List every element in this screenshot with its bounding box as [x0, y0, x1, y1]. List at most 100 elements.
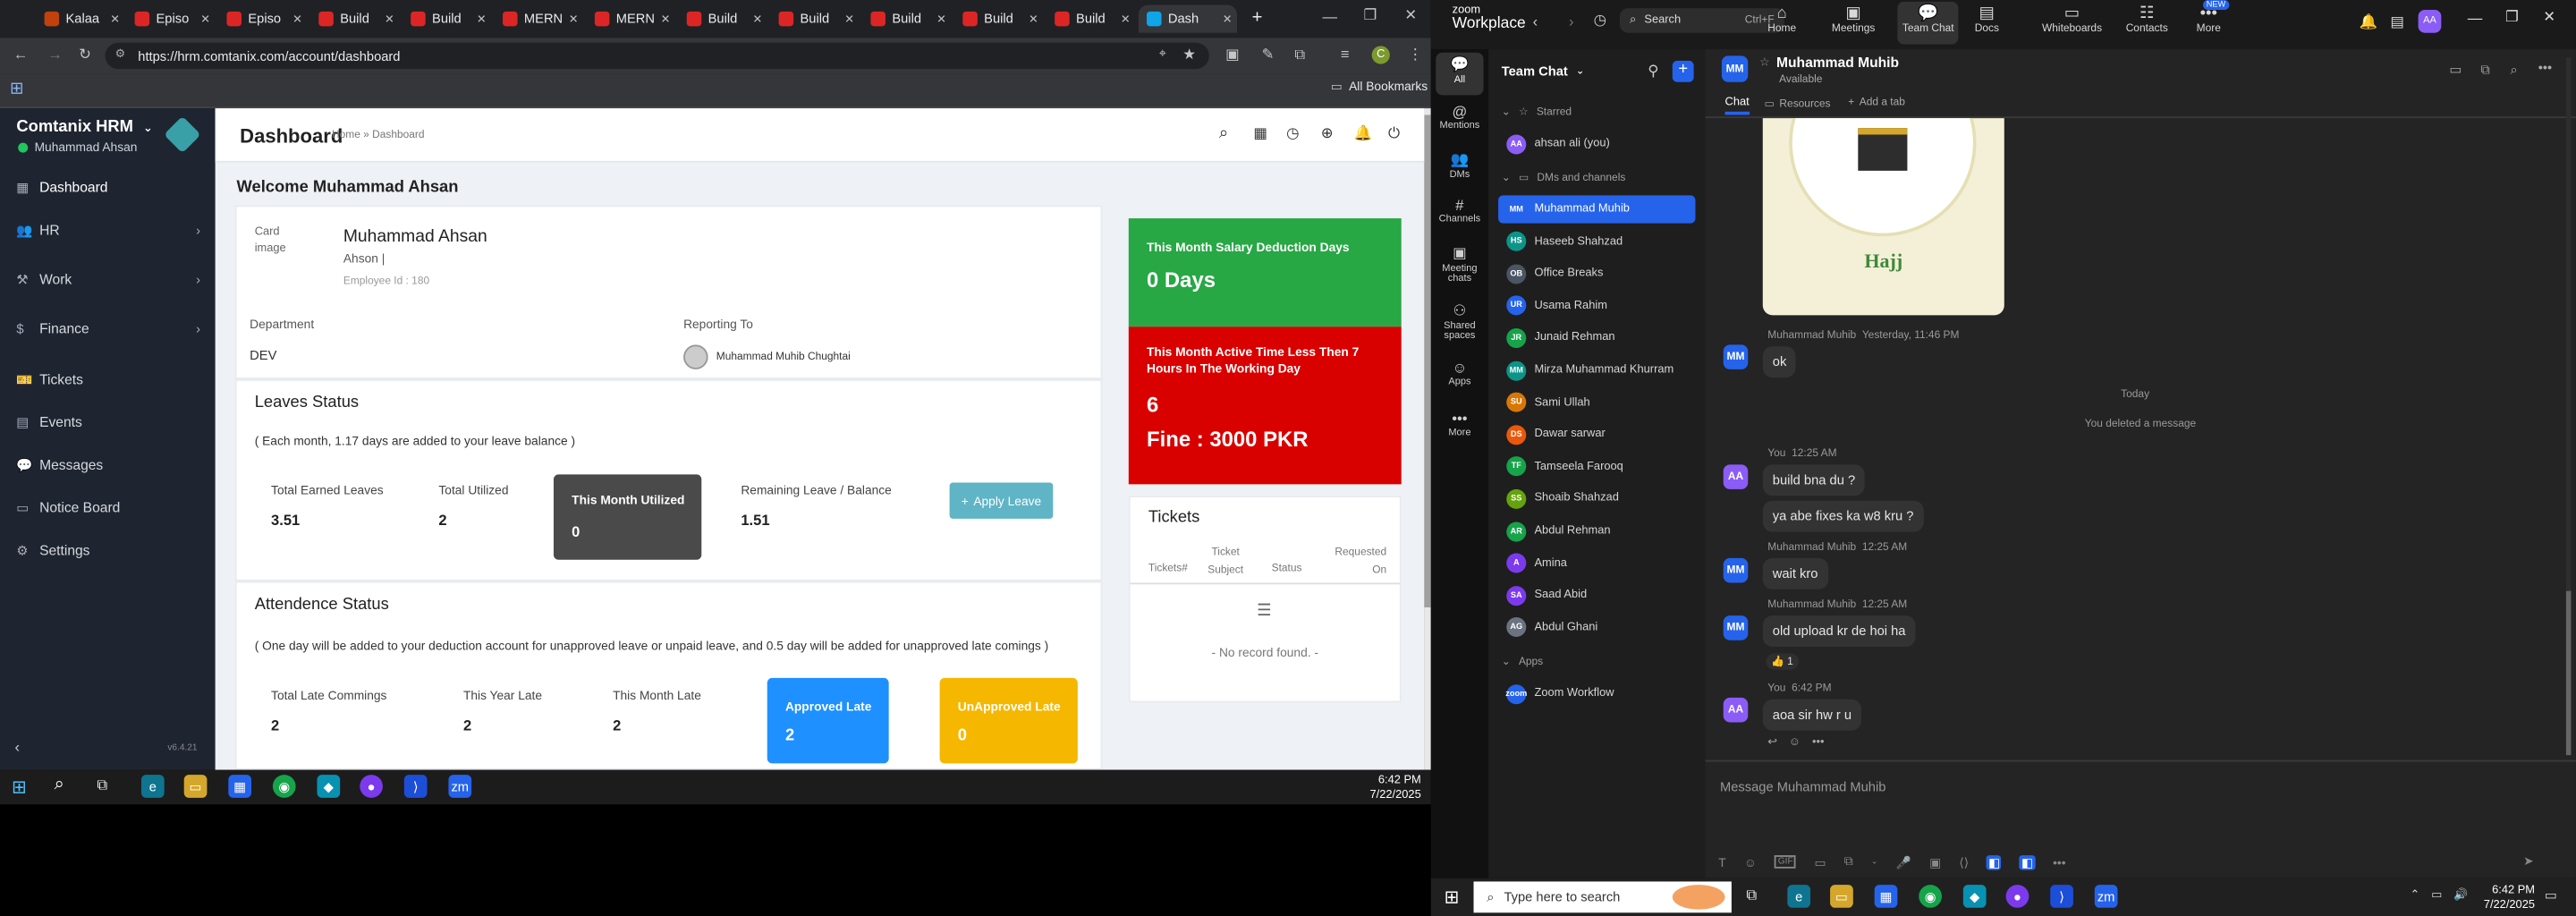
sidebar-item-finance[interactable]: $ Finance ›: [0, 309, 216, 348]
zoom-taskbar-icon[interactable]: zm: [2094, 885, 2118, 908]
avatar[interactable]: AA: [1723, 464, 1749, 489]
chat-header-name[interactable]: ☆ Muhammad Muhib: [1759, 55, 1899, 71]
history-icon[interactable]: ◷: [1594, 12, 1606, 30]
restore-icon[interactable]: ❐: [2505, 8, 2519, 26]
zoom-nav-team-chat[interactable]: 💬 Team Chat: [1897, 1, 1960, 45]
chevron-up-icon[interactable]: ⌃: [2410, 888, 2419, 902]
zoom-nav-contacts[interactable]: ☷ Contacts: [2126, 5, 2168, 35]
calendar-icon[interactable]: ▤: [2390, 13, 2404, 31]
avatar[interactable]: AA: [2418, 10, 2442, 33]
github-icon[interactable]: ●: [360, 775, 383, 798]
volume-icon[interactable]: 🔊: [2453, 888, 2468, 902]
bell-icon[interactable]: 🔔: [1353, 124, 1372, 142]
forward-icon[interactable]: →: [47, 46, 63, 62]
gif-icon[interactable]: GIF: [1775, 855, 1797, 869]
vscode-icon[interactable]: ⟩: [2050, 885, 2073, 908]
chat-list-item[interactable]: SA Saad Abid: [1498, 581, 1695, 609]
browser-tab[interactable]: Build ✕: [770, 5, 859, 33]
app-icon[interactable]: ◆: [1962, 885, 1987, 908]
url-bar[interactable]: ⚙ https://hrm.comtanix.com/account/dashb…: [105, 42, 1209, 70]
zoom-nav-home[interactable]: ⌂ Home: [1767, 5, 1796, 35]
vscode-icon[interactable]: ⟩: [403, 775, 428, 798]
close-tab-icon[interactable]: ✕: [110, 13, 120, 26]
profile-avatar[interactable]: C: [1371, 46, 1390, 64]
screen-share-icon[interactable]: ⧉: [2480, 63, 2490, 79]
close-tab-icon[interactable]: ✕: [844, 13, 854, 26]
back-icon[interactable]: ←: [13, 46, 29, 62]
browser-tab[interactable]: Episo ✕: [126, 5, 215, 33]
star-icon[interactable]: ☆: [1759, 55, 1770, 69]
taskbar-clock[interactable]: 6:42 PM 7/22/2025: [1347, 773, 1421, 802]
chat-list-item[interactable]: OB Office Breaks: [1498, 259, 1695, 287]
rail-meeting-chats[interactable]: ▣ Meeting chats: [1431, 244, 1488, 284]
more-icon[interactable]: •••: [1812, 736, 1825, 748]
chat-list-item[interactable]: AA ahsan ali (you): [1498, 130, 1695, 157]
minimize-icon[interactable]: —: [2468, 10, 2483, 26]
rail-channels[interactable]: # Channels: [1431, 197, 1488, 225]
browser-tab[interactable]: Build ✕: [402, 5, 491, 33]
send-icon[interactable]: ➤: [2523, 853, 2534, 869]
windows-start-icon[interactable]: ⊞: [1444, 886, 1459, 908]
chat-list-item[interactable]: AR Abdul Rehman: [1498, 517, 1695, 545]
close-tab-icon[interactable]: ✕: [1029, 13, 1038, 26]
browser-tab[interactable]: Build ✕: [1046, 5, 1135, 33]
emoji-icon[interactable]: ☺: [1744, 854, 1757, 869]
minimize-icon[interactable]: —: [1323, 8, 1338, 24]
chat-list-item[interactable]: SS Shoaib Shahzad: [1498, 485, 1695, 513]
chat-list-item[interactable]: UR Usama Rahim: [1498, 292, 1695, 319]
store-icon[interactable]: ▦: [1874, 885, 1898, 908]
browser-tab[interactable]: Build ✕: [954, 5, 1043, 33]
close-icon[interactable]: ✕: [2543, 8, 2555, 26]
close-tab-icon[interactable]: ✕: [1121, 13, 1131, 26]
task-view-icon[interactable]: ⧉: [97, 776, 107, 794]
more-icon[interactable]: •••: [2538, 61, 2552, 76]
pen-extension-icon[interactable]: ✎: [1262, 46, 1275, 64]
tab-resources[interactable]: ▭ Resources: [1765, 97, 1831, 110]
app-icon[interactable]: ◧: [2020, 854, 2035, 869]
rail-dms[interactable]: 👥 DMs: [1431, 151, 1488, 181]
composer-input[interactable]: Message Muhammad Muhib: [1720, 780, 1885, 795]
close-tab-icon[interactable]: ✕: [936, 13, 946, 26]
edge-icon[interactable]: e: [1787, 885, 1811, 908]
emoji-icon[interactable]: ☺: [1789, 736, 1801, 748]
all-bookmarks[interactable]: ▭ All Bookmarks: [1331, 79, 1445, 94]
more-icon[interactable]: •••: [2053, 854, 2065, 869]
avatar[interactable]: MM: [1723, 344, 1749, 369]
close-tab-icon[interactable]: ✕: [569, 13, 579, 26]
company-switcher[interactable]: Comtanix HRM ⌄: [16, 118, 152, 136]
puzzle-icon[interactable]: ⧉: [1294, 46, 1305, 64]
search-icon[interactable]: ⌕: [55, 775, 64, 796]
avatar[interactable]: MM: [1723, 615, 1749, 640]
starred-section[interactable]: ⌄ ☆ Starred: [1502, 105, 1572, 118]
close-tab-icon[interactable]: ✕: [661, 13, 671, 26]
grid-icon[interactable]: ▦: [1253, 124, 1267, 142]
chat-list-item[interactable]: HS Haseeb Shahzad: [1498, 227, 1695, 255]
reload-icon[interactable]: ↻: [79, 46, 91, 64]
close-tab-icon[interactable]: ✕: [752, 13, 762, 26]
new-tab-button[interactable]: +: [1252, 8, 1263, 28]
file-explorer-icon[interactable]: ▭: [1830, 885, 1853, 908]
chrome-icon[interactable]: ◉: [272, 775, 296, 798]
file-icon[interactable]: ▭: [1815, 854, 1826, 869]
chat-list-item[interactable]: A Amina: [1498, 549, 1695, 577]
hajj-image[interactable]: Hajj: [1762, 118, 2004, 316]
sidebar-item-hr[interactable]: 👥 HR ›: [0, 210, 216, 250]
file-explorer-icon[interactable]: ▭: [183, 775, 208, 798]
sidebar-item-dashboard[interactable]: ▦ Dashboard: [0, 167, 216, 207]
avatar[interactable]: MM: [1721, 55, 1749, 82]
zoom-search-box[interactable]: ⌕ Search Ctrl+F: [1619, 8, 1784, 33]
chevron-down-icon[interactable]: ⌄: [1871, 857, 1878, 867]
avatar[interactable]: MM: [1723, 557, 1749, 583]
apply-leave-button[interactable]: + Apply Leave: [949, 482, 1054, 519]
mic-icon[interactable]: 🎤: [1896, 854, 1911, 869]
browser-tab[interactable]: Kalaa ✕: [36, 5, 124, 33]
close-tab-icon[interactable]: ✕: [292, 13, 302, 26]
zoom-nav-meetings[interactable]: ▣ Meetings: [1832, 5, 1875, 35]
browser-tab[interactable]: Build ✕: [679, 5, 767, 33]
rail-mentions[interactable]: @ Mentions: [1431, 104, 1488, 131]
chat-list-item[interactable]: TF Tamseela Farooq: [1498, 453, 1695, 480]
zoom-nav-more[interactable]: ••• More: [2197, 5, 2221, 35]
tab-chat[interactable]: Chat: [1724, 97, 1750, 115]
close-tab-icon[interactable]: ✕: [200, 13, 210, 26]
menu-dots-icon[interactable]: ⋮: [1408, 46, 1423, 64]
